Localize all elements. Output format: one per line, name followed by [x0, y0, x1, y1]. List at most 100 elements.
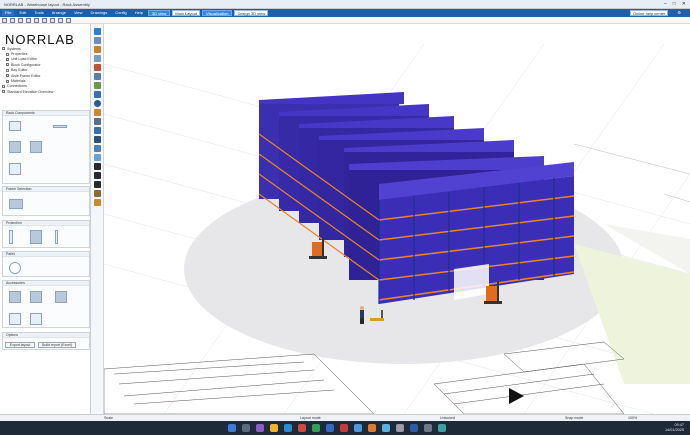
pdf-icon[interactable] — [340, 424, 348, 432]
system-tray[interactable]: 09:47 14/01/2025 — [665, 423, 684, 433]
chat-icon[interactable] — [382, 424, 390, 432]
menu-edit[interactable]: Edit — [16, 10, 29, 16]
print-icon[interactable] — [66, 18, 71, 23]
task-view-icon[interactable] — [256, 424, 264, 432]
search-icon[interactable] — [242, 424, 250, 432]
checkbox-icon[interactable] — [6, 63, 9, 67]
flow-tool-icon[interactable] — [94, 163, 101, 170]
beam-thumb[interactable] — [53, 125, 67, 128]
browser-icon[interactable] — [284, 424, 292, 432]
checkbox-icon[interactable] — [6, 68, 9, 72]
status-lock[interactable]: Unlocked — [440, 416, 455, 420]
start-menu-icon[interactable] — [228, 424, 236, 432]
minimize-button[interactable]: – — [664, 1, 667, 7]
mail-icon[interactable] — [298, 424, 306, 432]
connection-icon[interactable] — [2, 84, 5, 88]
path-tool-icon[interactable] — [94, 172, 101, 179]
layout-select[interactable]: Main Layout — [172, 10, 201, 16]
excel-icon[interactable] — [312, 424, 320, 432]
rack-bay-thumb[interactable] — [30, 141, 42, 153]
cad-app-icon[interactable] — [368, 424, 376, 432]
notes-icon[interactable] — [438, 424, 446, 432]
wall-tool-icon[interactable] — [94, 55, 101, 62]
close-button[interactable]: ✕ — [682, 1, 686, 7]
pallet-tool-icon[interactable] — [94, 118, 101, 125]
tree-item-label: Materials — [11, 79, 26, 84]
settings-icon[interactable]: ⚙ — [674, 10, 684, 16]
render-tool-icon[interactable] — [94, 154, 101, 161]
settings-app-icon[interactable] — [396, 424, 404, 432]
checkbox-icon[interactable] — [6, 52, 9, 56]
vertical-toolbar — [91, 24, 104, 414]
copy-icon[interactable] — [42, 18, 47, 23]
calculator-icon[interactable] — [424, 424, 432, 432]
shelf-thumb[interactable] — [9, 313, 21, 325]
grid-tool-icon[interactable] — [94, 145, 101, 152]
expand-icon[interactable] — [2, 47, 5, 51]
save-icon[interactable] — [18, 18, 23, 23]
mesh-deck-thumb[interactable] — [9, 291, 21, 303]
route-tool-icon[interactable] — [94, 181, 101, 188]
status-mode: Layout mode — [300, 416, 321, 420]
file-explorer-icon[interactable] — [270, 424, 278, 432]
move-tool-icon[interactable] — [94, 37, 101, 44]
menu-help[interactable]: Help — [132, 10, 146, 16]
menu-tools[interactable]: Tools — [31, 10, 46, 16]
spacer-thumb[interactable] — [55, 291, 67, 303]
build-report-button[interactable]: Build report (Excel) — [38, 342, 76, 348]
word-icon[interactable] — [326, 424, 334, 432]
measure-tool-icon[interactable] — [94, 190, 101, 197]
checkbox-icon[interactable] — [6, 57, 9, 61]
open-file-icon[interactable] — [10, 18, 15, 23]
maximize-button[interactable]: □ — [673, 1, 676, 7]
delete-icon[interactable] — [58, 18, 63, 23]
column-guard-thumb[interactable] — [55, 230, 58, 244]
accessories-section: Accessories — [2, 280, 90, 328]
sphere-tool-icon[interactable] — [94, 100, 101, 107]
checkbox-icon[interactable] — [6, 79, 9, 83]
visualization-button[interactable]: Visualization — [202, 10, 233, 16]
pallet-shape-thumb[interactable] — [9, 262, 21, 274]
status-zoom[interactable]: 100% — [628, 416, 637, 420]
left-panel: NORRLAB Systems Properties Unit Load Edi… — [0, 24, 91, 414]
redo-icon[interactable] — [34, 18, 39, 23]
paste-icon[interactable] — [50, 18, 55, 23]
menu-config[interactable]: Config — [112, 10, 130, 16]
post-protector-thumb[interactable] — [9, 230, 13, 244]
norrlab-app-icon[interactable] — [410, 424, 418, 432]
pallet-level-thumb[interactable] — [9, 141, 21, 153]
light-tool-icon[interactable] — [94, 136, 101, 143]
status-snap[interactable]: Snap mode — [565, 416, 583, 420]
menu-view[interactable]: View — [71, 10, 86, 16]
checkbox-icon[interactable] — [6, 74, 9, 78]
teams-icon[interactable] — [354, 424, 362, 432]
forklift-tool-icon[interactable] — [94, 109, 101, 116]
menu-drawings[interactable]: Drawings — [88, 10, 111, 16]
menu-file[interactable]: File — [2, 10, 15, 16]
tree-item-elevation[interactable]: Standard Elevation Overview — [2, 89, 90, 94]
zone-tool-icon[interactable] — [94, 82, 101, 89]
camera-tool-icon[interactable] — [94, 127, 101, 134]
elevation-icon[interactable] — [2, 90, 5, 94]
undo-icon[interactable] — [26, 18, 31, 23]
3d-view-button[interactable]: 3D view — [148, 10, 171, 16]
3d-viewport[interactable] — [104, 24, 690, 414]
dimension-tool-icon[interactable] — [94, 91, 101, 98]
door-tool-icon[interactable] — [94, 64, 101, 71]
frame-selection-section: Frame Selection — [2, 186, 90, 216]
column-tool-icon[interactable] — [94, 73, 101, 80]
menu-arrange[interactable]: Arrange — [49, 10, 69, 16]
export-layout-button[interactable]: Export layout — [5, 342, 35, 348]
new-file-icon[interactable] — [2, 18, 7, 23]
rack-end-thumb[interactable] — [9, 163, 21, 175]
backstop-thumb[interactable] — [30, 291, 42, 303]
upright-frame-thumb[interactable] — [9, 121, 21, 131]
label-tool-icon[interactable] — [94, 199, 101, 206]
design-view-select[interactable]: Design 3D view — [234, 10, 269, 16]
select-tool-icon[interactable] — [94, 28, 101, 35]
frame-thumb[interactable] — [9, 199, 23, 209]
help-center-field[interactable]: Online help center — [629, 10, 669, 16]
rack-tool-icon[interactable] — [94, 46, 101, 53]
divider-thumb[interactable] — [30, 313, 42, 325]
end-barrier-thumb[interactable] — [30, 230, 42, 244]
